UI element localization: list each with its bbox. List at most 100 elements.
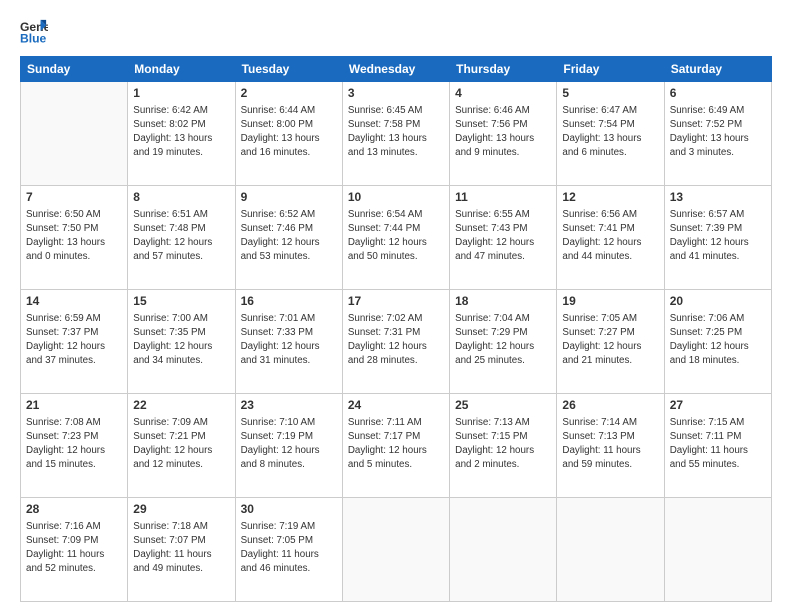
day-number: 1 (133, 85, 229, 102)
day-header-tuesday: Tuesday (235, 57, 342, 82)
svg-text:Blue: Blue (20, 31, 47, 45)
day-info: Sunrise: 7:08 AM Sunset: 7:23 PM Dayligh… (26, 416, 122, 471)
day-info: Sunrise: 7:06 AM Sunset: 7:25 PM Dayligh… (670, 312, 766, 367)
calendar-cell: 29 Sunrise: 7:18 AM Sunset: 7:07 PM Dayli… (128, 498, 235, 602)
calendar-cell: 17 Sunrise: 7:02 AM Sunset: 7:31 PM Dayli… (342, 290, 449, 394)
day-header-monday: Monday (128, 57, 235, 82)
calendar-cell: 22Sunrise: 7:09 AM Sunset: 7:21 PM Dayli… (128, 394, 235, 498)
calendar-cell: 10 Sunrise: 6:54 AM Sunset: 7:44 PM Dayli… (342, 186, 449, 290)
calendar-cell: 28 Sunrise: 7:16 AM Sunset: 7:09 PM Dayli… (21, 498, 128, 602)
day-number: 15 (133, 293, 229, 310)
logo: General Blue (20, 18, 54, 46)
day-number: 9 (241, 189, 337, 206)
day-header-thursday: Thursday (450, 57, 557, 82)
day-info: Sunrise: 7:11 AM Sunset: 7:17 PM Dayligh… (348, 416, 444, 471)
day-info: Sunrise: 6:49 AM Sunset: 7:52 PM Dayligh… (670, 104, 766, 159)
calendar-cell: 8Sunrise: 6:51 AM Sunset: 7:48 PM Daylig… (128, 186, 235, 290)
day-number: 3 (348, 85, 444, 102)
day-info: Sunrise: 7:15 AM Sunset: 7:11 PM Dayligh… (670, 416, 766, 471)
day-info: Sunrise: 6:57 AM Sunset: 7:39 PM Dayligh… (670, 208, 766, 263)
day-header-wednesday: Wednesday (342, 57, 449, 82)
day-number: 2 (241, 85, 337, 102)
day-number: 25 (455, 397, 551, 414)
calendar-cell: 23 Sunrise: 7:10 AM Sunset: 7:19 PM Dayli… (235, 394, 342, 498)
calendar-cell: 6 Sunrise: 6:49 AM Sunset: 7:52 PM Daylig… (664, 82, 771, 186)
day-number: 8 (133, 189, 229, 206)
day-number: 5 (562, 85, 658, 102)
day-info: Sunrise: 6:45 AM Sunset: 7:58 PM Dayligh… (348, 104, 444, 159)
day-info: Sunrise: 6:55 AM Sunset: 7:43 PM Dayligh… (455, 208, 551, 263)
day-number: 18 (455, 293, 551, 310)
calendar-cell: 19 Sunrise: 7:05 AM Sunset: 7:27 PM Dayli… (557, 290, 664, 394)
calendar-cell: 15 Sunrise: 7:00 AM Sunset: 7:35 PM Dayli… (128, 290, 235, 394)
calendar-cell (342, 498, 449, 602)
day-number: 12 (562, 189, 658, 206)
day-number: 30 (241, 501, 337, 518)
day-info: Sunrise: 7:14 AM Sunset: 7:13 PM Dayligh… (562, 416, 658, 471)
day-info: Sunrise: 7:02 AM Sunset: 7:31 PM Dayligh… (348, 312, 444, 367)
calendar-cell: 21Sunrise: 7:08 AM Sunset: 7:23 PM Dayli… (21, 394, 128, 498)
day-info: Sunrise: 6:50 AM Sunset: 7:50 PM Dayligh… (26, 208, 122, 263)
calendar-cell: 24 Sunrise: 7:11 AM Sunset: 7:17 PM Dayli… (342, 394, 449, 498)
calendar-week-2: 14 Sunrise: 6:59 AM Sunset: 7:37 PM Dayli… (21, 290, 772, 394)
day-number: 6 (670, 85, 766, 102)
calendar-cell: 14 Sunrise: 6:59 AM Sunset: 7:37 PM Dayli… (21, 290, 128, 394)
day-info: Sunrise: 6:56 AM Sunset: 7:41 PM Dayligh… (562, 208, 658, 263)
calendar-cell: 25 Sunrise: 7:13 AM Sunset: 7:15 PM Dayli… (450, 394, 557, 498)
day-info: Sunrise: 6:59 AM Sunset: 7:37 PM Dayligh… (26, 312, 122, 367)
day-number: 20 (670, 293, 766, 310)
day-number: 11 (455, 189, 551, 206)
calendar-week-1: 7 Sunrise: 6:50 AM Sunset: 7:50 PM Daylig… (21, 186, 772, 290)
day-number: 17 (348, 293, 444, 310)
day-info: Sunrise: 6:47 AM Sunset: 7:54 PM Dayligh… (562, 104, 658, 159)
calendar-cell: 7 Sunrise: 6:50 AM Sunset: 7:50 PM Daylig… (21, 186, 128, 290)
day-info: Sunrise: 7:04 AM Sunset: 7:29 PM Dayligh… (455, 312, 551, 367)
calendar-table: SundayMondayTuesdayWednesdayThursdayFrid… (20, 56, 772, 602)
day-number: 26 (562, 397, 658, 414)
day-number: 27 (670, 397, 766, 414)
day-info: Sunrise: 6:54 AM Sunset: 7:44 PM Dayligh… (348, 208, 444, 263)
day-header-friday: Friday (557, 57, 664, 82)
calendar-cell: 5 Sunrise: 6:47 AM Sunset: 7:54 PM Daylig… (557, 82, 664, 186)
calendar-cell: 27 Sunrise: 7:15 AM Sunset: 7:11 PM Dayli… (664, 394, 771, 498)
calendar-cell (450, 498, 557, 602)
calendar-cell (21, 82, 128, 186)
day-info: Sunrise: 7:19 AM Sunset: 7:05 PM Dayligh… (241, 520, 337, 575)
day-info: Sunrise: 7:00 AM Sunset: 7:35 PM Dayligh… (133, 312, 229, 367)
calendar-cell (557, 498, 664, 602)
calendar-cell: 12 Sunrise: 6:56 AM Sunset: 7:41 PM Dayli… (557, 186, 664, 290)
page-header: General Blue (20, 18, 772, 46)
calendar-week-0: 1 Sunrise: 6:42 AM Sunset: 8:02 PM Daylig… (21, 82, 772, 186)
day-number: 24 (348, 397, 444, 414)
calendar-cell: 20 Sunrise: 7:06 AM Sunset: 7:25 PM Dayli… (664, 290, 771, 394)
day-number: 19 (562, 293, 658, 310)
calendar-cell: 3 Sunrise: 6:45 AM Sunset: 7:58 PM Daylig… (342, 82, 449, 186)
calendar-cell: 11 Sunrise: 6:55 AM Sunset: 7:43 PM Dayli… (450, 186, 557, 290)
calendar-week-4: 28 Sunrise: 7:16 AM Sunset: 7:09 PM Dayli… (21, 498, 772, 602)
day-info: Sunrise: 6:42 AM Sunset: 8:02 PM Dayligh… (133, 104, 229, 159)
day-info: Sunrise: 7:16 AM Sunset: 7:09 PM Dayligh… (26, 520, 122, 575)
day-number: 28 (26, 501, 122, 518)
day-number: 10 (348, 189, 444, 206)
day-number: 23 (241, 397, 337, 414)
calendar-cell: 4Sunrise: 6:46 AM Sunset: 7:56 PM Daylig… (450, 82, 557, 186)
day-info: Sunrise: 7:10 AM Sunset: 7:19 PM Dayligh… (241, 416, 337, 471)
calendar-cell: 1 Sunrise: 6:42 AM Sunset: 8:02 PM Daylig… (128, 82, 235, 186)
day-number: 13 (670, 189, 766, 206)
day-number: 7 (26, 189, 122, 206)
calendar-header-row: SundayMondayTuesdayWednesdayThursdayFrid… (21, 57, 772, 82)
day-info: Sunrise: 7:18 AM Sunset: 7:07 PM Dayligh… (133, 520, 229, 575)
logo-icon: General Blue (20, 18, 48, 46)
day-number: 16 (241, 293, 337, 310)
day-number: 29 (133, 501, 229, 518)
day-number: 14 (26, 293, 122, 310)
day-info: Sunrise: 7:13 AM Sunset: 7:15 PM Dayligh… (455, 416, 551, 471)
calendar-cell: 2Sunrise: 6:44 AM Sunset: 8:00 PM Daylig… (235, 82, 342, 186)
day-info: Sunrise: 7:05 AM Sunset: 7:27 PM Dayligh… (562, 312, 658, 367)
calendar-cell: 9Sunrise: 6:52 AM Sunset: 7:46 PM Daylig… (235, 186, 342, 290)
calendar-cell (664, 498, 771, 602)
calendar-cell: 26 Sunrise: 7:14 AM Sunset: 7:13 PM Dayli… (557, 394, 664, 498)
day-number: 4 (455, 85, 551, 102)
day-header-sunday: Sunday (21, 57, 128, 82)
day-info: Sunrise: 7:09 AM Sunset: 7:21 PM Dayligh… (133, 416, 229, 471)
